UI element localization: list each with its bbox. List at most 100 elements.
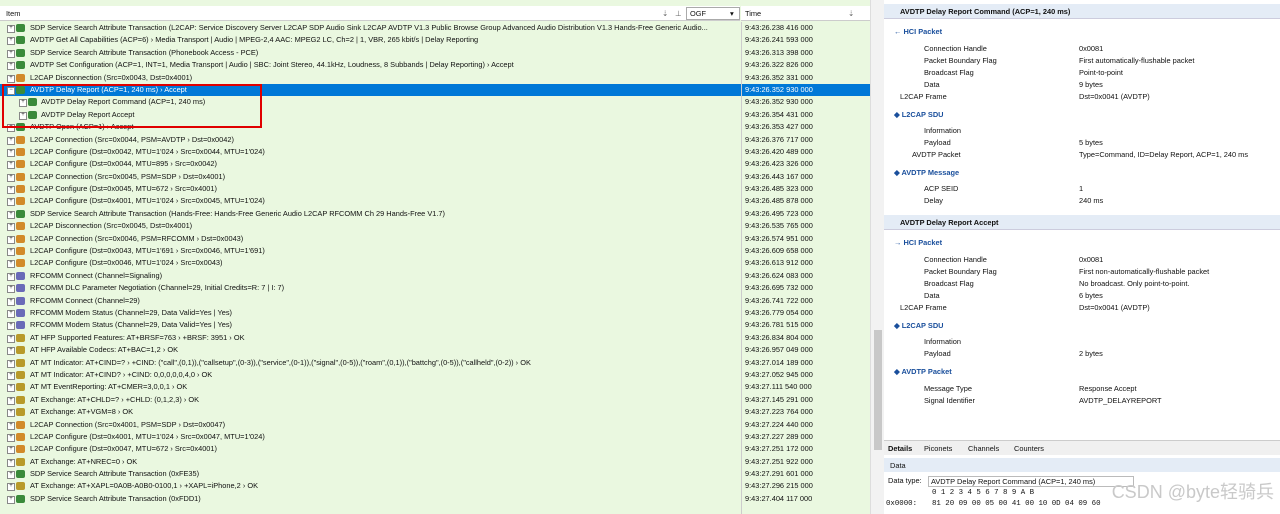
expand-toggle-icon[interactable]: +	[7, 37, 15, 46]
expand-toggle-icon[interactable]: +	[7, 471, 15, 480]
packet-row[interactable]: + L2CAP Connection (Src=0x4001, PSM=SDP ›…	[0, 419, 870, 431]
tab-piconets[interactable]: Piconets	[924, 444, 952, 453]
field-data[interactable]: Data 9 bytes	[924, 80, 1274, 92]
packet-row[interactable]: + L2CAP Configure (Dst=0x0047, MTU=672 › …	[0, 443, 870, 455]
data-type-select[interactable]: AVDTP Delay Report Command (ACP=1, 240 m…	[928, 476, 1134, 487]
expand-toggle-icon[interactable]: +	[7, 173, 15, 182]
expand-toggle-icon[interactable]: +	[7, 297, 15, 306]
scrollbar[interactable]	[870, 0, 885, 514]
packet-row[interactable]: + RFCOMM Connect (Channel=Signaling) 9:43:…	[0, 270, 870, 282]
field-message-type[interactable]: Message Type Response Accept	[924, 384, 1274, 396]
packet-row[interactable]: + AT HFP Available Codecs: AT+BAC=1,2 › O…	[0, 344, 870, 356]
expand-toggle-icon[interactable]: +	[7, 285, 15, 294]
tab-channels[interactable]: Channels	[968, 444, 999, 453]
field-packet-boundary-flag-2[interactable]: Packet Boundary Flag First non-automatica…	[924, 267, 1274, 279]
section-hci-packet-2[interactable]: → HCI Packet	[894, 238, 942, 247]
packet-row[interactable]: + L2CAP Configure (Dst=0x0046, MTU=1'024 …	[0, 257, 870, 269]
expand-toggle-icon[interactable]: +	[7, 371, 15, 380]
field-signal-identifier[interactable]: Signal Identifier AVDTP_DELAYREPORT	[924, 396, 1274, 408]
packet-row[interactable]: + SDP Service Search Attribute Transactio…	[0, 493, 870, 505]
expand-toggle-icon[interactable]: +	[7, 334, 15, 343]
packet-row[interactable]: + AT Exchange: AT+CHLD=? › +CHLD: (0,1,2,…	[0, 394, 870, 406]
expand-toggle-icon[interactable]: +	[7, 458, 15, 467]
packet-row[interactable]: + AT HFP Supported Features: AT+BRSF=763 …	[0, 332, 870, 344]
scrollbar-thumb[interactable]	[874, 330, 882, 450]
expand-toggle-icon[interactable]: +	[7, 433, 15, 442]
packet-row[interactable]: + SDP Service Search Attribute Transactio…	[0, 22, 870, 34]
sort-icon[interactable]: ⇣	[848, 9, 854, 18]
hex-bytes[interactable]: 81 20 09 00 05 00 41 00 10 0D 04 09 60	[932, 500, 1101, 508]
expand-toggle-icon[interactable]: +	[7, 359, 15, 368]
expand-toggle-icon[interactable]: +	[7, 186, 15, 195]
field-payload[interactable]: Payload 5 bytes	[924, 138, 1274, 150]
packet-row[interactable]: + L2CAP Connection (Src=0x0045, PSM=SDP ›…	[0, 171, 870, 183]
field-data-2[interactable]: Data 6 bytes	[924, 291, 1274, 303]
field-broadcast-flag-2[interactable]: Broadcast Flag No broadcast. Only point-t…	[924, 279, 1274, 291]
section-hci-packet[interactable]: ← HCI Packet	[894, 27, 942, 36]
packet-row[interactable]: + SDP Service Search Attribute Transactio…	[0, 47, 870, 59]
packet-row[interactable]: + L2CAP Disconnection (Src=0x0043, Dst=0x…	[0, 72, 870, 84]
field-payload-2[interactable]: Payload 2 bytes	[924, 349, 1274, 361]
field-l2cap-frame[interactable]: L2CAP Frame Dst=0x0041 (AVDTP)	[900, 92, 1274, 104]
packet-row[interactable]: + L2CAP Configure (Dst=0x0042, MTU=1'024 …	[0, 146, 870, 158]
column-header-time[interactable]: Time ⇣	[741, 6, 870, 21]
expand-toggle-icon[interactable]: +	[7, 198, 15, 207]
packet-row[interactable]: + AT MT Indicator: AT+CIND? › +CIND: 0,0,…	[0, 369, 870, 381]
packet-row[interactable]: + AVDTP Set Configuration (ACP=1, INT=1, …	[0, 59, 870, 71]
field-information-2[interactable]: Information	[924, 337, 1274, 349]
packet-row[interactable]: + L2CAP Configure (Dst=0x0044, MTU=895 › …	[0, 158, 870, 170]
tab-details[interactable]: Details	[888, 444, 912, 453]
packet-row[interactable]: + RFCOMM Connect (Channel=29) 9:43:26.741 …	[0, 295, 870, 307]
expand-toggle-icon[interactable]: +	[7, 446, 15, 455]
packet-row[interactable]: + L2CAP Connection (Src=0x0046, PSM=RFCOM…	[0, 233, 870, 245]
section-l2cap-sdu-2[interactable]: ◆ L2CAP SDU	[894, 321, 944, 330]
expand-toggle-icon[interactable]: +	[7, 421, 15, 430]
expand-toggle-icon[interactable]: +	[7, 309, 15, 318]
field-acp-seid[interactable]: ACP SEID 1	[924, 184, 1274, 196]
packet-row[interactable]: + L2CAP Configure (Dst=0x0043, MTU=1'691 …	[0, 245, 870, 257]
expand-toggle-icon[interactable]: +	[7, 161, 15, 170]
section-avdtp-packet-2[interactable]: ◆ AVDTP Packet	[894, 367, 952, 376]
column-filter-select[interactable]: OGF ▾	[686, 7, 740, 20]
packet-row[interactable]: + L2CAP Disconnection (Src=0x0045, Dst=0x…	[0, 220, 870, 232]
packet-row[interactable]: + SDP Service Search Attribute Transactio…	[0, 208, 870, 220]
packet-row[interactable]: + AT MT Indicator: AT+CIND=? › +CIND: ("c…	[0, 357, 870, 369]
expand-toggle-icon[interactable]: +	[7, 49, 15, 58]
expand-toggle-icon[interactable]: +	[7, 347, 15, 356]
expand-toggle-icon[interactable]: +	[7, 235, 15, 244]
expand-toggle-icon[interactable]: +	[7, 248, 15, 257]
packet-row[interactable]: + AVDTP Get All Capabilities (ACP=6) › Me…	[0, 34, 870, 46]
field-connection-handle[interactable]: Connection Handle 0x0081	[924, 44, 1274, 56]
expand-toggle-icon[interactable]: +	[7, 136, 15, 145]
expand-toggle-icon[interactable]: +	[7, 272, 15, 281]
pin-icon[interactable]: ⊥	[675, 9, 681, 18]
expand-toggle-icon[interactable]: +	[7, 384, 15, 393]
field-broadcast-flag[interactable]: Broadcast Flag Point-to-point	[924, 68, 1274, 80]
expand-toggle-icon[interactable]: +	[7, 260, 15, 269]
expand-toggle-icon[interactable]: +	[7, 210, 15, 219]
expand-toggle-icon[interactable]: +	[7, 483, 15, 492]
section-avdtp-message[interactable]: ◆ AVDTP Message	[894, 168, 959, 177]
packet-row[interactable]: + L2CAP Connection (Src=0x0044, PSM=AVDTP…	[0, 134, 870, 146]
field-l2cap-frame-2[interactable]: L2CAP Frame Dst=0x0041 (AVDTP)	[900, 303, 1274, 315]
expand-toggle-icon[interactable]: +	[7, 409, 15, 418]
column-header-item[interactable]: Item ⇣ ⊥ OGF ▾	[0, 6, 740, 21]
packet-row[interactable]: + RFCOMM DLC Parameter Negotiation (Chann…	[0, 282, 870, 294]
packet-row[interactable]: + RFCOMM Modem Status (Channel=29, Data V…	[0, 307, 870, 319]
packet-row[interactable]: + AT Exchange: AT+XAPL=0A0B-A0B0-0100,1 ›…	[0, 480, 870, 492]
packet-row[interactable]: + SDP Service Search Attribute Transactio…	[0, 468, 870, 480]
field-packet-boundary-flag[interactable]: Packet Boundary Flag First automatically-…	[924, 56, 1274, 68]
field-information[interactable]: Information	[924, 126, 1274, 138]
packet-row[interactable]: + AT MT EventReporting: AT+CMER=3,0,0,1 ›…	[0, 381, 870, 393]
packet-row[interactable]: + AT Exchange: AT+VGM=8 › OK 9:43:27.223 7…	[0, 406, 870, 418]
field-connection-handle-2[interactable]: Connection Handle 0x0081	[924, 255, 1274, 267]
packet-row[interactable]: + L2CAP Configure (Dst=0x0045, MTU=672 › …	[0, 183, 870, 195]
field-delay[interactable]: Delay 240 ms	[924, 196, 1274, 208]
packet-row[interactable]: + L2CAP Configure (Dst=0x4001, MTU=1'024 …	[0, 431, 870, 443]
expand-toggle-icon[interactable]: +	[7, 25, 15, 33]
section-l2cap-sdu[interactable]: ◆ L2CAP SDU	[894, 110, 944, 119]
packet-row[interactable]: + L2CAP Configure (Dst=0x4001, MTU=1'024 …	[0, 195, 870, 207]
expand-toggle-icon[interactable]: +	[7, 322, 15, 331]
expand-toggle-icon[interactable]: +	[7, 62, 15, 71]
expand-toggle-icon[interactable]: +	[7, 223, 15, 232]
